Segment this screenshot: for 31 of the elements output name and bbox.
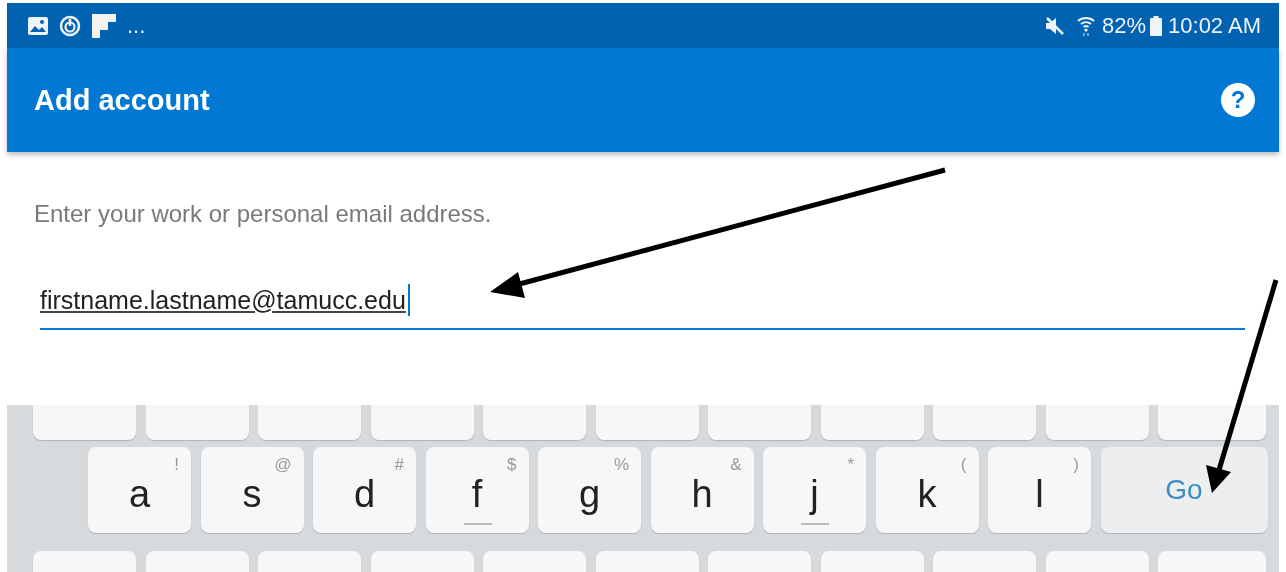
keyboard-key[interactable]: l ) [988, 447, 1091, 533]
keyboard-key[interactable]: j * [763, 447, 866, 533]
gallery-icon [27, 15, 49, 36]
mute-icon [1044, 15, 1066, 36]
symbol-hint: * [847, 455, 854, 475]
clock-time: 10:02 AM [1168, 14, 1261, 37]
symbol-hint: ( [960, 455, 967, 475]
symbol-hint: @ [274, 455, 292, 475]
symbol-hint: $ [507, 455, 517, 475]
keyboard-key[interactable]: f $ [425, 447, 529, 533]
power-icon [59, 14, 81, 37]
screen-title: Add account [34, 83, 211, 117]
instruction-text: Enter your work or personal email address. [34, 199, 493, 228]
square-logo-icon [91, 12, 117, 39]
wifi-icon [1076, 14, 1096, 37]
text-cursor [407, 284, 410, 316]
battery-percentage: 82% [1102, 14, 1147, 37]
keyboard-key[interactable]: k ( [875, 447, 979, 533]
keyboard-key[interactable]: h & [650, 447, 754, 533]
keyboard-key[interactable]: s @ [200, 447, 304, 533]
keyboard-key[interactable]: g % [538, 447, 641, 533]
keyboard-key[interactable]: d # [313, 447, 416, 533]
symbol-hint: # [394, 455, 404, 475]
symbol-hint: ) [1073, 455, 1079, 475]
keyboard-key[interactable]: a ! [88, 447, 191, 533]
symbol-hint: % [613, 455, 629, 475]
more-notifications: ... [127, 14, 146, 37]
symbol-hint: & [730, 455, 742, 475]
battery-icon [1150, 15, 1163, 36]
help-button[interactable]: ? [1221, 83, 1255, 117]
symbol-hint: ! [174, 455, 179, 475]
